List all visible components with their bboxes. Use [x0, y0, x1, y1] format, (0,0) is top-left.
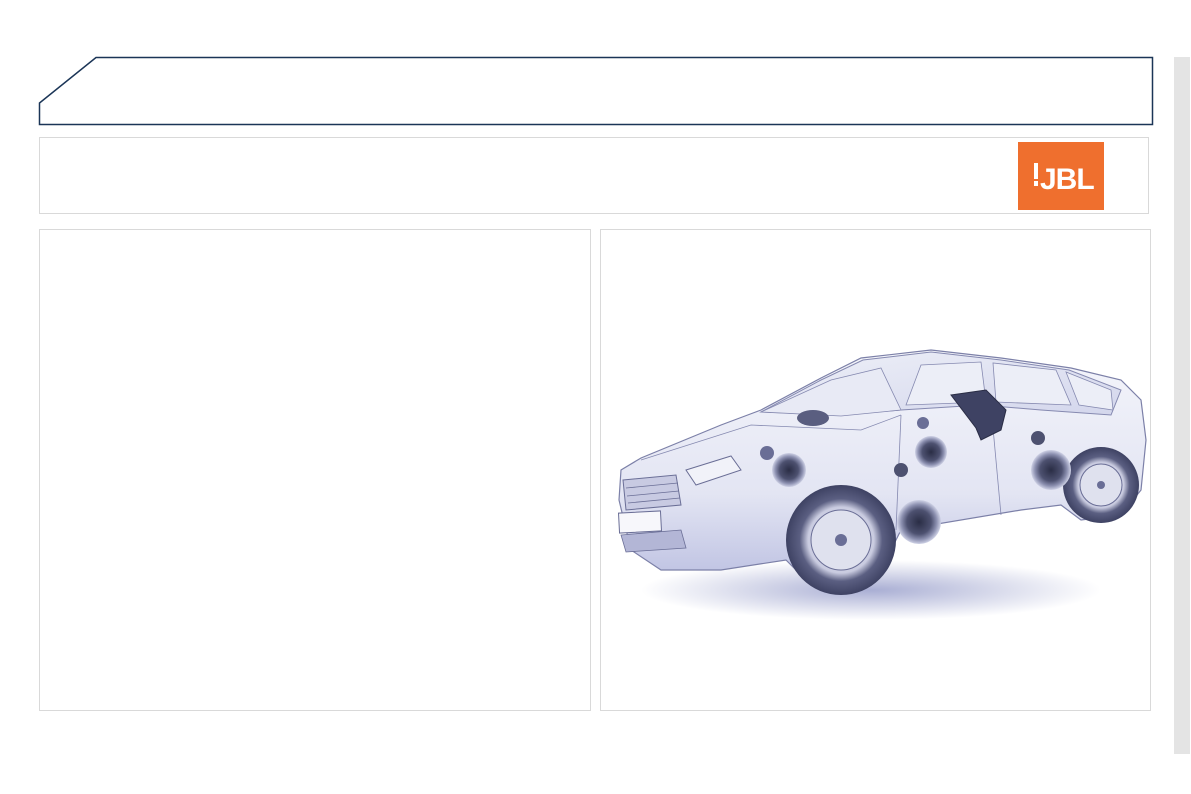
jbl-logo: JBL	[1018, 142, 1104, 210]
front-door-woofer	[897, 500, 941, 544]
illustration-panel	[600, 229, 1151, 711]
mid-speaker	[915, 436, 947, 468]
rear-door-woofer	[1031, 450, 1071, 490]
title-frame	[38, 56, 1154, 126]
dash-speaker	[797, 410, 829, 426]
page-edge-tab	[1174, 57, 1190, 754]
front-door-tweeter	[772, 453, 806, 487]
small-speaker-rear	[1031, 431, 1045, 445]
small-speaker-front	[894, 463, 908, 477]
text-panel	[39, 229, 591, 711]
front-wheel	[786, 485, 896, 595]
brand-strip: JBL	[39, 137, 1149, 214]
page-title-bar	[38, 56, 1154, 126]
car-speaker-illustration	[617, 349, 1147, 620]
jbl-logo-text: JBL	[1040, 163, 1094, 196]
pillar-speaker	[760, 446, 774, 460]
center-speaker	[917, 417, 929, 429]
rear-wheel	[1063, 447, 1139, 523]
